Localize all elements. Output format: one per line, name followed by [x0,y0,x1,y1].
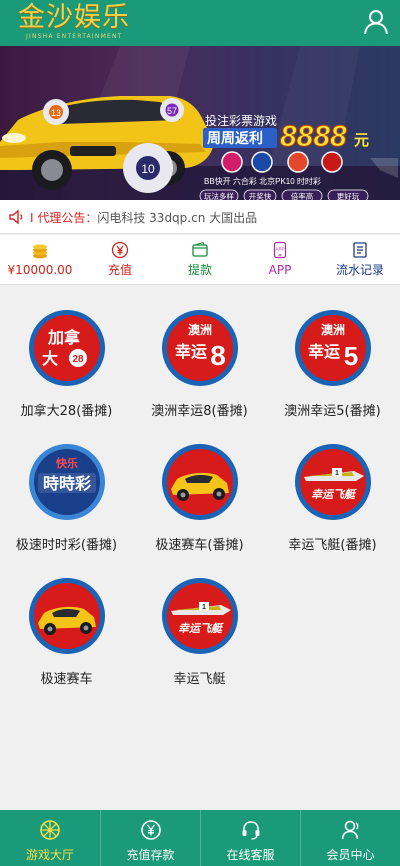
game-speed-ssc-fantan[interactable]: 快乐 時時彩 极速时时彩(番摊) [0,443,133,553]
racing-car-icon [28,578,105,654]
promo-banner[interactable]: 13 57 10 投注彩票游戏 周周返利 8888 元 BB快开 六合彩 北京P… [0,46,400,200]
notice-bar[interactable]: I 代理公告：闪电科技 33dqp.cn 大国出品 [0,200,400,234]
game-speed-racing[interactable]: 极速赛车 [0,577,133,687]
withdraw-label: 提款 [187,263,212,277]
svg-text:APP: APP [275,247,284,252]
logo-text: 金沙娱乐 [18,2,130,33]
game-aus-lucky8-fantan[interactable]: 澳洲 幸运 8 澳洲幸运8(番摊) [133,309,266,419]
game-label: 加拿大28(番摊) [20,404,113,419]
tab-support[interactable]: 在线客服 [200,810,300,866]
game-label: 极速赛车(番摊) [155,538,244,553]
game-label: 幸运飞艇(番摊) [288,538,377,553]
aus-lucky8-number: 8 [210,340,226,371]
game-label: 澳洲幸运5(番摊) [284,404,381,419]
speed-ssc-icon: 快乐 時時彩 [28,444,105,520]
wallet-icon [192,241,208,257]
game-aus-lucky5-fantan[interactable]: 澳洲 幸运 5 澳洲幸运5(番摊) [266,309,399,419]
banner-tag-1: 玩法多样 [204,191,234,200]
tab-deposit[interactable]: 充值存款 [100,810,200,866]
game-lucky-boat[interactable]: 1 幸运飞艇 幸运飞艇 [133,577,266,687]
app-icon: APP [273,241,287,259]
aus-lucky5-top: 澳洲 [320,322,344,337]
logo-subtitle: JINSHA ENTERTAINMENT [26,33,123,40]
speed-ssc-top: 快乐 [55,456,78,470]
ball-10-label: 10 [141,162,155,176]
quick-actions: ¥10000.00 充值 提款 APP APP 流水记录 [0,235,400,285]
speedboat-icon: 1 幸运飞艇 [161,578,238,654]
svg-text:1: 1 [335,470,339,477]
app-label: APP [268,263,292,277]
member-icon [341,820,358,840]
game-label: 幸运飞艇 [173,672,226,687]
speaker-icon [8,208,26,226]
aus-lucky5-main: 幸运 [307,342,339,361]
speedboat-icon: 1 幸运飞艇 [294,444,371,520]
lucky-boat-icon-text: 幸运飞艇 [178,622,224,635]
svg-text:1: 1 [202,604,206,611]
racing-car-icon [161,444,238,520]
tab-label: 充值存款 [126,848,175,862]
canada28-number: 28 [72,354,84,365]
recharge-button[interactable]: 充值 [80,241,160,277]
banner-headline: 投注彩票游戏 [205,113,277,128]
svg-text:加拿: 加拿 [46,328,80,347]
game-lucky-boat-fantan[interactable]: 1 幸运飞艇 幸运飞艇(番摊) [266,443,399,553]
ball-13-label: 13 [51,108,61,118]
aus-lucky8-top: 澳洲 [187,322,211,337]
aus-lucky8-icon: 澳洲 幸运 8 [161,310,238,386]
game-label: 澳洲幸运8(番摊) [151,404,248,419]
aus-lucky5-icon: 澳洲 幸运 5 [294,310,371,386]
lucky-boat-icon-text: 幸运飞艇 [311,488,357,501]
game-label: 极速赛车 [40,672,93,687]
recharge-label: 充值 [107,263,132,277]
deposit-icon [140,820,161,840]
banner-lottery-names: BB快开 六合彩 北京PK10 时时彩 [204,176,321,186]
tab-game-lobby[interactable]: 游戏大厅 [0,810,100,866]
aus-lucky8-main: 幸运 [174,342,206,361]
records-button[interactable]: 流水记录 [320,241,400,277]
app-button[interactable]: APP APP [240,241,320,277]
records-label: 流水记录 [335,263,384,277]
banner-promo-unit: 元 [354,132,369,149]
banner-promo-amount: 8888 [280,120,347,153]
balance-amount: ¥10000.00 [7,263,73,277]
notice-text: 闪电科技 33dqp.cn 大国出品 [97,211,258,225]
banner-tag-4: 更好玩 [337,191,360,200]
yen-circle-icon [111,241,129,259]
banner-tag-3: 倍率高 [291,191,314,200]
tab-label: 会员中心 [326,848,375,862]
balance-display[interactable]: ¥10000.00 [0,241,80,277]
svg-text:大: 大 [41,349,57,368]
game-canada28-fantan[interactable]: 加拿 大 28 加拿大28(番摊) [0,309,133,419]
ball-57-label: 57 [167,106,177,116]
tab-label: 游戏大厅 [25,848,74,862]
bottom-tab-bar: 游戏大厅 充值存款 在线客服 会员中心 [0,810,400,866]
app-header: 金沙娱乐 JINSHA ENTERTAINMENT [0,0,400,46]
game-speed-racing-fantan[interactable]: 极速赛车(番摊) [133,443,266,553]
headset-icon [242,821,259,840]
banner-tag-2: 开奖快 [249,191,272,200]
withdraw-button[interactable]: 提款 [160,241,240,277]
speed-ssc-main: 時時彩 [42,474,90,493]
coins-icon [33,244,47,259]
banner-promo-label: 周周返利 [207,130,263,146]
tab-member-center[interactable]: 会员中心 [300,810,400,866]
canada28-icon: 加拿 大 28 [28,310,105,386]
user-icon[interactable] [362,8,390,36]
notice-message: I 代理公告：闪电科技 33dqp.cn 大国出品 [30,209,257,226]
brand-logo[interactable]: 金沙娱乐 JINSHA ENTERTAINMENT [18,3,130,41]
lobby-icon [40,820,60,840]
record-icon [353,242,367,258]
notice-label: I 代理公告： [30,211,98,225]
game-label: 极速时时彩(番摊) [15,538,118,553]
aus-lucky5-number: 5 [343,341,357,371]
tab-label: 在线客服 [226,848,275,862]
